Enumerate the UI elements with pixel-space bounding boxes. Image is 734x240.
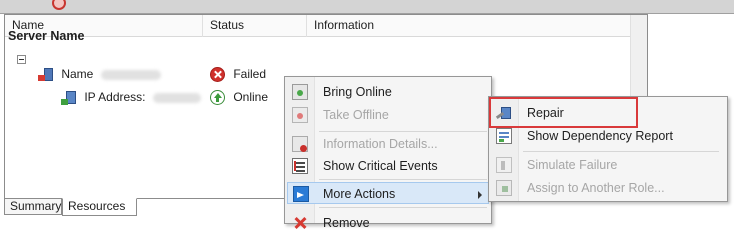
take-offline-icon (292, 107, 308, 123)
menu-separator (319, 179, 487, 180)
server-status-text: Failed (233, 67, 267, 81)
ip-address-icon (61, 90, 77, 106)
ip-status-cell: Online (210, 88, 268, 106)
table-row-ip-address[interactable]: IP Address: (61, 88, 201, 106)
tab-summary[interactable]: Summary (4, 198, 62, 215)
menu-separator (319, 131, 487, 132)
more-actions-icon (293, 186, 309, 202)
menu-item-more-actions[interactable]: More Actions (287, 182, 489, 204)
status-error-icon (52, 0, 66, 10)
failed-icon (210, 67, 225, 83)
ip-address-label: IP Address: (84, 90, 146, 104)
redacted-value (152, 92, 201, 103)
remove-icon (292, 215, 308, 231)
window-top-bar (0, 0, 734, 14)
group-header: Server Name (8, 29, 85, 43)
tab-resources[interactable]: Resources (62, 198, 137, 216)
menu-item-remove[interactable]: Remove (287, 212, 489, 234)
submenu-separator (523, 151, 719, 152)
submenu-item-assign-to-another-role[interactable]: Assign to Another Role... (491, 177, 725, 199)
ip-status-text: Online (233, 90, 269, 104)
failed-server-icon (38, 67, 54, 83)
table-row-server[interactable]: Name (38, 65, 161, 83)
online-icon (210, 90, 225, 106)
server-status-cell: Failed (210, 65, 266, 83)
column-header-row: Name Status Information (5, 15, 647, 37)
server-name-label: Name (61, 67, 94, 81)
context-menu: Bring Online Take Offline Information De… (284, 76, 492, 230)
submenu-arrow-icon (478, 191, 482, 199)
assign-role-icon (496, 180, 512, 196)
critical-events-icon (292, 158, 308, 174)
information-details-icon (292, 136, 308, 152)
repair-highlight-outline (489, 97, 638, 128)
collapse-toggle[interactable] (17, 55, 26, 64)
menu-separator (319, 207, 487, 208)
simulate-failure-icon (496, 157, 512, 173)
submenu-item-show-dependency-report[interactable]: Show Dependency Report (491, 125, 725, 147)
bring-online-icon (292, 84, 308, 100)
menu-item-take-offline[interactable]: Take Offline (287, 104, 489, 126)
menu-item-show-critical-events[interactable]: Show Critical Events (287, 155, 489, 177)
menu-item-information-details[interactable]: Information Details... (287, 133, 489, 155)
submenu-item-simulate-failure[interactable]: Simulate Failure (491, 154, 725, 176)
dependency-report-icon (496, 128, 512, 144)
menu-item-bring-online[interactable]: Bring Online (287, 81, 489, 103)
column-header-information[interactable]: Information (307, 15, 632, 37)
redacted-value (100, 69, 161, 80)
column-header-status[interactable]: Status (203, 15, 307, 37)
